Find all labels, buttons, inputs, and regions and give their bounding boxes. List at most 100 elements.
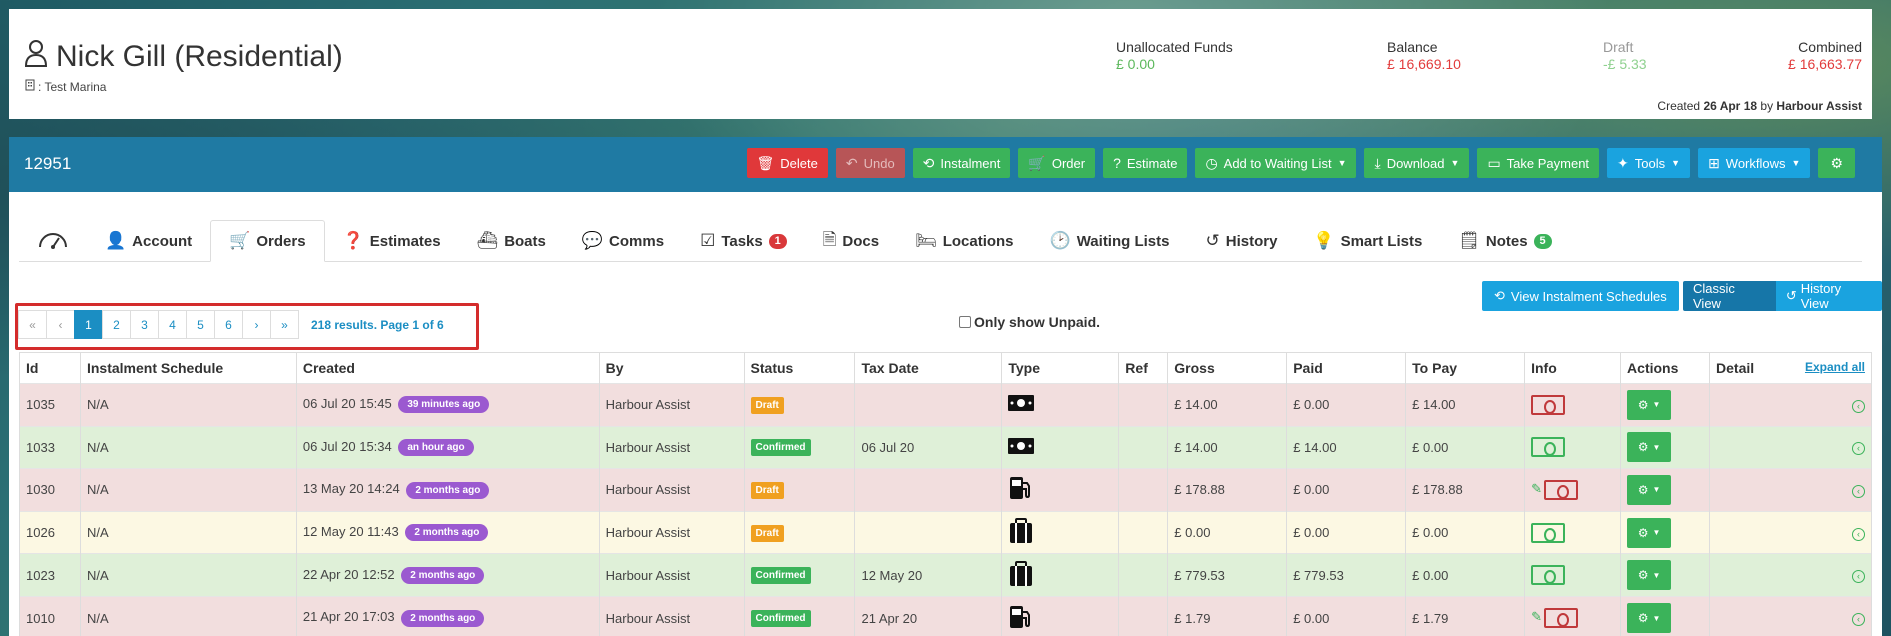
col-to-pay[interactable]: To Pay [1405, 352, 1525, 384]
tab-estimates[interactable]: ❓ Estimates [325, 220, 459, 262]
table-row[interactable]: 1026 N/A 12 May 20 11:43 2 months ago Harbo… [19, 510, 1872, 554]
clock-icon: 🕑 [1049, 231, 1071, 250]
undo-label: Undo [863, 155, 895, 171]
payment-status-icon[interactable] [1544, 479, 1578, 500]
classic-view-button[interactable]: Classic View [1683, 281, 1776, 311]
page-first[interactable]: « [18, 310, 47, 339]
take-payment-button[interactable]: ▭ Take Payment [1477, 148, 1600, 178]
add-to-waiting-list-button[interactable]: ◷ Add to Waiting List ▼ [1195, 148, 1357, 178]
tab-comms[interactable]: 💬 Comms [564, 220, 682, 262]
tab-tasks[interactable]: ☑ Tasks 1 [682, 220, 805, 262]
classic-view-label: Classic View [1693, 281, 1735, 311]
col-instalment-schedule[interactable]: Instalment Schedule [79, 352, 297, 384]
repeat-icon: ⟲ [922, 154, 935, 171]
tab-waiting-lists[interactable]: 🕑 Waiting Lists [1032, 220, 1188, 262]
col-tax-date[interactable]: Tax Date [854, 352, 1002, 384]
col-id[interactable]: Id [19, 352, 81, 384]
payment-status-icon[interactable] [1531, 394, 1566, 415]
pencil-icon[interactable]: ✎ [1531, 481, 1542, 496]
page-prev[interactable]: ‹ [46, 310, 75, 339]
col-by[interactable]: By [598, 352, 745, 384]
chevron-circle-left-icon[interactable]: ‹ [1852, 527, 1865, 541]
row-actions-button[interactable]: ⚙ ▼ [1627, 389, 1672, 420]
page-next[interactable]: › [242, 310, 271, 339]
payment-status-icon[interactable] [1544, 608, 1578, 629]
cell-schedule: N/A [79, 425, 297, 469]
luggage-icon [1008, 560, 1034, 590]
table-row[interactable]: 1023 N/A 22 Apr 20 12:52 2 months ago Harbo… [19, 553, 1872, 597]
chevron-circle-left-icon[interactable]: ‹ [1852, 570, 1865, 584]
col-gross[interactable]: Gross [1167, 352, 1287, 384]
only-unpaid-filter[interactable]: Only show Unpaid. [959, 314, 1100, 330]
tools-button[interactable]: ✦ Tools ▼ [1607, 148, 1691, 178]
cell-by: Harbour Assist [598, 383, 745, 427]
tab-orders[interactable]: 🛒 Orders [210, 220, 325, 262]
cell-type [1001, 383, 1119, 427]
page-1[interactable]: 1 [74, 310, 103, 339]
table-row[interactable]: 1010 N/A 21 Apr 20 17:03 2 months ago Harbo… [19, 595, 1872, 636]
tab-smart-lists[interactable]: 💡 Smart Lists [1295, 220, 1440, 262]
tab-boats[interactable]: ⛴ Boats [459, 220, 564, 262]
cell-detail: ‹ [1709, 553, 1872, 597]
tab-notes[interactable]: 🗒 Notes 5 [1440, 220, 1569, 262]
undo-button[interactable]: ↶ Undo [835, 148, 905, 178]
col-info: Info [1524, 352, 1621, 384]
tab-docs[interactable]: 🗎 Docs [805, 220, 897, 262]
cell-detail: ‹ [1709, 468, 1872, 512]
expand-all-link[interactable]: Expand all [1805, 360, 1865, 374]
cell-created: 12 May 20 11:43 2 months ago [295, 510, 600, 554]
cell-schedule: N/A [79, 468, 297, 512]
table-row[interactable]: 1035 N/A 06 Jul 20 15:45 39 minutes ago Har… [19, 383, 1872, 427]
sitemap-icon: ⊞ [1708, 154, 1720, 171]
view-instalment-schedules-button[interactable]: ⟲ View Instalment Schedules [1482, 281, 1679, 311]
table-row[interactable]: 1030 N/A 13 May 20 14:24 2 months ago Harbo… [19, 468, 1872, 512]
tab-account[interactable]: 👤 Account [87, 220, 210, 262]
tasks-count-badge: 1 [768, 233, 787, 249]
chevron-circle-left-icon[interactable]: ‹ [1852, 442, 1865, 456]
payment-status-icon[interactable] [1531, 437, 1566, 458]
row-actions-button[interactable]: ⚙ ▼ [1627, 474, 1672, 505]
pencil-icon[interactable]: ✎ [1531, 609, 1542, 624]
col-type[interactable]: Type [1001, 352, 1119, 384]
row-actions-button[interactable]: ⚙ ▼ [1627, 517, 1672, 548]
tab-history[interactable]: ↺ History [1187, 220, 1295, 262]
delete-button[interactable]: 🗑 Delete [746, 148, 828, 178]
col-ref[interactable]: Ref [1118, 352, 1168, 384]
order-button[interactable]: 🛒 Order [1018, 148, 1096, 178]
col-created[interactable]: Created [295, 352, 600, 384]
caret-down-icon: ▼ [1337, 158, 1347, 168]
row-actions-button[interactable]: ⚙ ▼ [1627, 432, 1672, 463]
chevron-circle-left-icon[interactable]: ‹ [1852, 613, 1865, 627]
chevron-circle-left-icon[interactable]: ‹ [1852, 399, 1865, 413]
row-actions-button[interactable]: ⚙ ▼ [1627, 603, 1672, 634]
cell-gross: £ 178.88 [1167, 468, 1287, 512]
page-6[interactable]: 6 [214, 310, 243, 339]
money-icon: ▭ [1487, 154, 1501, 171]
row-actions-button[interactable]: ⚙ ▼ [1627, 560, 1672, 591]
question-icon: ❓ [342, 231, 364, 250]
cell-paid: £ 779.53 [1286, 553, 1406, 597]
table-row[interactable]: 1033 N/A 06 Jul 20 15:34 an hour ago Harbou… [19, 425, 1872, 469]
table-header-row: Id Instalment Schedule Created By Status… [19, 352, 1872, 384]
settings-button[interactable]: ⚙ [1818, 148, 1855, 178]
only-unpaid-checkbox[interactable] [959, 316, 971, 328]
workflows-button[interactable]: ⊞ Workflows ▼ [1698, 148, 1811, 178]
page-2[interactable]: 2 [102, 310, 131, 339]
page-5[interactable]: 5 [186, 310, 215, 339]
chevron-circle-left-icon[interactable]: ‹ [1852, 484, 1865, 498]
page-4[interactable]: 4 [158, 310, 187, 339]
cart-icon: 🛒 [229, 231, 251, 250]
page-3[interactable]: 3 [130, 310, 159, 339]
col-paid[interactable]: Paid [1286, 352, 1406, 384]
payment-status-icon[interactable] [1531, 522, 1566, 543]
estimate-button[interactable]: ? Estimate [1103, 148, 1188, 178]
tab-dashboard[interactable] [19, 220, 87, 262]
payment-status-icon[interactable] [1531, 565, 1566, 586]
page-last[interactable]: » [270, 310, 299, 339]
cell-ref [1118, 553, 1168, 597]
history-view-button[interactable]: ↺ History View [1775, 281, 1882, 311]
col-status[interactable]: Status [743, 352, 855, 384]
download-button[interactable]: ⤓ Download ▼ [1364, 148, 1470, 178]
instalment-button[interactable]: ⟲ Instalment [912, 148, 1011, 178]
tab-locations[interactable]: 🛏 Locations [897, 220, 1031, 262]
